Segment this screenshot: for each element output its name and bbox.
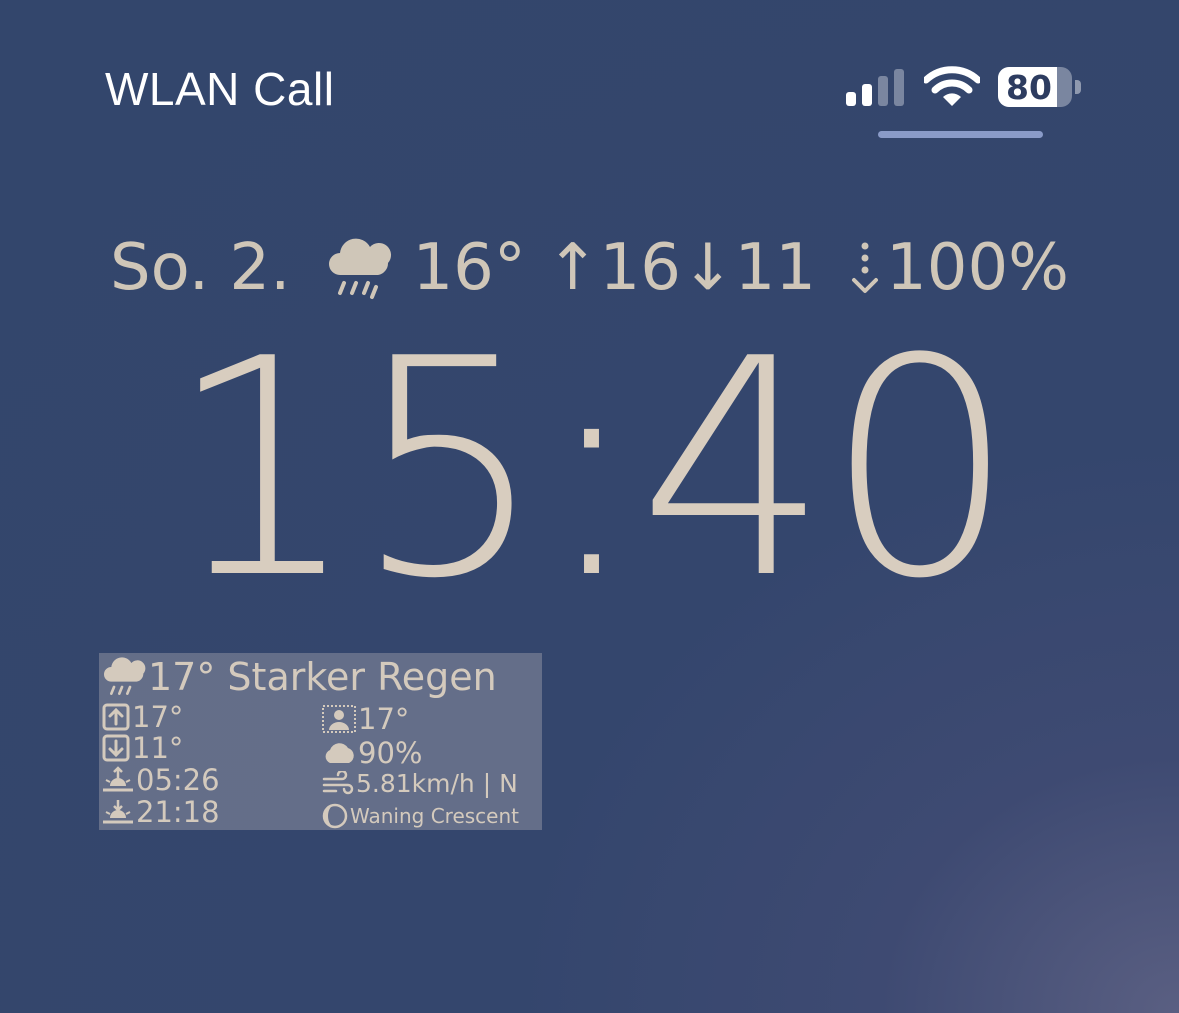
cellular-signal-icon [846, 69, 906, 106]
widget-sunset: 21:18 [136, 795, 220, 829]
wind-icon [322, 770, 354, 794]
widget-low-row: 11° [102, 731, 183, 765]
high-temp-icon [102, 703, 130, 731]
date-label: So. 2. [110, 231, 291, 305]
carrier-label: WLAN Call [105, 63, 335, 115]
widget-high: 17° [132, 700, 184, 734]
widget-moon-row: Waning Crescent [322, 803, 519, 829]
precip-chance: 100% [886, 231, 1069, 305]
low-temp-icon [102, 734, 130, 762]
low-temp: ↓11 [680, 231, 816, 305]
weather-widget[interactable]: 17° Starker Regen 17° 11° 05:26 21:18 17… [99, 653, 542, 830]
widget-wind-row: 5.81km/h | N [322, 769, 518, 798]
battery-tip [1075, 80, 1081, 94]
battery-percent-label: 80 [1006, 67, 1052, 107]
widget-feels-like-row: 17° [322, 702, 409, 736]
rain-cloud-icon [104, 657, 146, 695]
moon-phase-icon [322, 803, 348, 829]
high-temp: ↑16 [545, 231, 681, 305]
precipitation-arrow-icon [852, 242, 878, 293]
wifi-icon [924, 66, 980, 106]
widget-title: 17° Starker Regen [148, 655, 497, 699]
widget-sunrise: 05:26 [136, 763, 220, 797]
widget-feels-like: 17° [358, 702, 410, 736]
cloud-icon [325, 743, 354, 763]
sunrise-icon [103, 766, 133, 792]
weather-summary-line[interactable]: So. 2. 16° ↑16 ↓11 100% [0, 231, 1179, 305]
feels-like-icon [322, 705, 356, 733]
widget-low: 11° [132, 731, 184, 765]
control-center-handle[interactable] [878, 131, 1043, 138]
widget-sunset-row: 21:18 [102, 795, 220, 829]
current-temp: 16° [412, 231, 526, 305]
widget-high-row: 17° [102, 700, 183, 734]
widget-title-row: 17° Starker Regen [102, 655, 497, 699]
lockscreen-clock[interactable]: 15:40 [0, 320, 1179, 620]
battery-indicator: 80 [998, 67, 1072, 107]
sunset-icon [103, 800, 133, 824]
widget-moon-phase: Waning Crescent [350, 804, 520, 828]
widget-cloud-cover: 90% [358, 736, 423, 770]
widget-sunrise-row: 05:26 [102, 763, 220, 797]
rain-cloud-icon [329, 238, 392, 299]
widget-wind: 5.81km/h | N [356, 769, 518, 798]
widget-cloud-row: 90% [322, 736, 422, 770]
